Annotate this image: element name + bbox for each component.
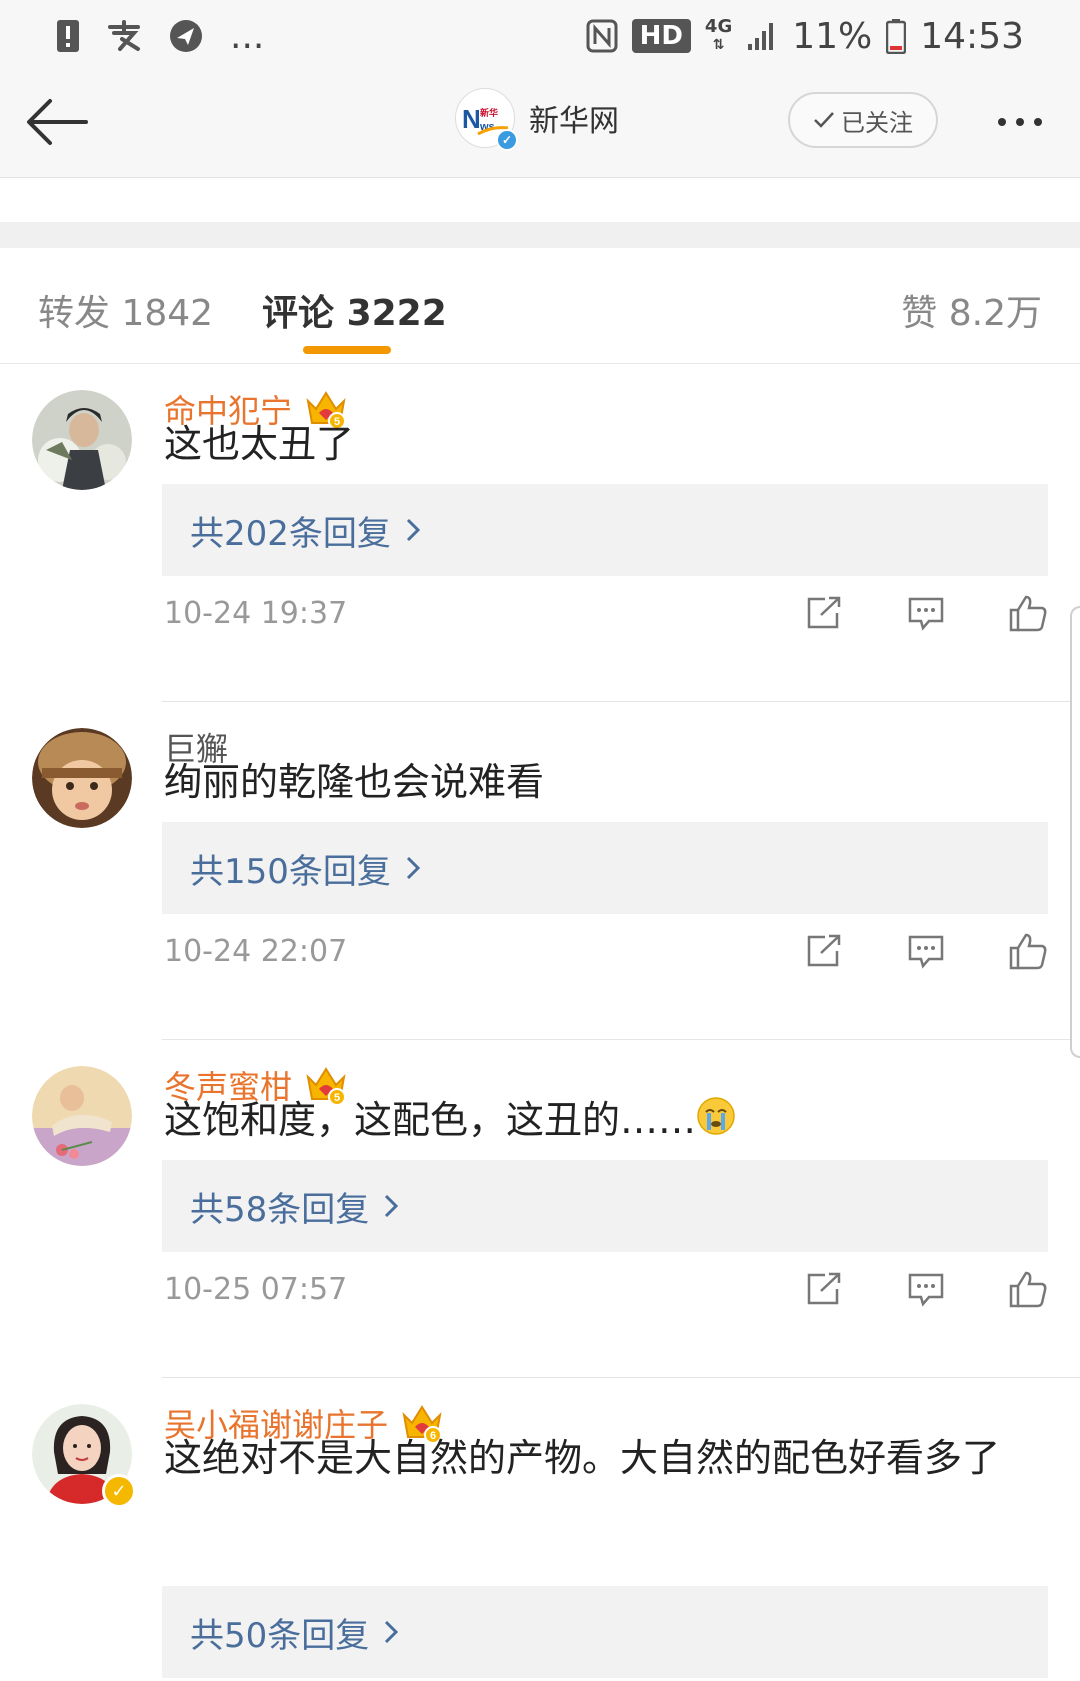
alipay-notification-icon: [106, 16, 142, 56]
replies-link[interactable]: 共150条回复: [162, 822, 1048, 914]
more-dot-icon: [998, 118, 1006, 126]
verified-icon: ✓: [496, 129, 518, 151]
user-avatar-image: [32, 728, 132, 828]
avatar[interactable]: [32, 728, 132, 828]
comment-text: 这饱和度，这配色，这丑的……: [164, 1092, 1044, 1151]
hd-voice-badge: HD: [631, 19, 691, 53]
replies-link[interactable]: 共202条回复: [162, 484, 1048, 576]
replies-link[interactable]: 共58条回复: [162, 1160, 1048, 1252]
comment-timestamp: 10-24 22:07: [164, 933, 348, 969]
xinhua-logo-icon: N 新华 ws ✓: [455, 88, 518, 151]
section-separator: [0, 222, 1080, 248]
battery-percent: 11%: [792, 15, 873, 57]
verified-badge-icon: ✓: [102, 1474, 136, 1508]
comment-icon[interactable]: [906, 931, 946, 971]
comment-timestamp: 10-25 07:57: [164, 1271, 348, 1307]
checkmark-icon: [814, 112, 834, 128]
network-type-icon: 4G ⇅: [704, 16, 733, 54]
user-avatar-image: [32, 390, 132, 490]
chevron-right-icon: [383, 1193, 399, 1219]
like-count: 8.2万: [948, 293, 1042, 334]
user-avatar-image: [32, 1066, 132, 1166]
comment-meta: 10-25 07:57: [164, 1264, 1048, 1314]
reply-count-label: 共150条回复: [190, 851, 391, 892]
more-notifications-dots: ...: [230, 15, 265, 57]
comment-timestamp: 10-24 19:37: [164, 595, 348, 631]
app-notification-icon: [168, 16, 204, 56]
more-options-button[interactable]: [985, 102, 1055, 142]
weibo-comments-page: ... HD 4G ⇅ 11% 14:53 N 新华 ws ✓ 新华网 已关注 …: [0, 0, 1080, 1681]
more-dot-icon: [1034, 118, 1042, 126]
signal-strength-icon: [746, 16, 778, 56]
more-dot-icon: [1016, 118, 1024, 126]
comment-meta: 10-24 19:37: [164, 588, 1048, 638]
reply-count-label: 共202条回复: [190, 513, 391, 554]
chevron-right-icon: [405, 517, 421, 543]
top-nav-bar: N 新华 ws ✓ 新华网 已关注: [0, 72, 1080, 178]
reply-count-label: 共50条回复: [190, 1615, 370, 1656]
comment-item: 冬声蜜柑 5 这饱和度，这配色，这丑的…… 共58条回复 10-25 07:57: [0, 1040, 1080, 1378]
account-name: 新华网: [529, 104, 619, 139]
crying-face-emoji-icon: [696, 1095, 736, 1151]
svg-text:新华: 新华: [480, 107, 498, 118]
chevron-right-icon: [405, 855, 421, 881]
status-bar: ... HD 4G ⇅ 11% 14:53: [0, 0, 1080, 72]
comment-item: 命中犯宁 5 这也太丑了 共202条回复 10-24 19:37: [0, 364, 1080, 702]
tab-comments[interactable]: 评论 3222: [262, 284, 447, 336]
back-arrow-icon: [27, 99, 88, 145]
comment-count: 3222: [346, 293, 447, 334]
scrollbar-handle[interactable]: [1070, 606, 1080, 1058]
reply-count-label: 共58条回复: [190, 1189, 370, 1230]
account-info[interactable]: N 新华 ws ✓ 新华网: [455, 88, 619, 151]
share-icon[interactable]: [804, 593, 844, 633]
comment-text: 这绝对不是大自然的产物。大自然的配色好看多了: [164, 1436, 1001, 1480]
share-icon[interactable]: [804, 931, 844, 971]
interaction-tabs: 转发 1842 评论 3222 赞 8.2万: [0, 248, 1080, 364]
comment-text: 这也太丑了: [164, 422, 355, 466]
comment-item: 巨獬 绚丽的乾隆也会说难看 共150条回复 10-24 22:07: [0, 702, 1080, 1040]
comment-icon[interactable]: [906, 1269, 946, 1309]
tab-likes[interactable]: 赞 8.2万: [901, 284, 1042, 336]
comment-text-content: 这饱和度，这配色，这丑的……: [164, 1098, 697, 1142]
share-icon[interactable]: [804, 1269, 844, 1309]
nfc-icon: [586, 16, 618, 56]
alert-notification-icon: [56, 16, 80, 56]
follow-label: 已关注: [841, 108, 913, 137]
active-tab-indicator: [303, 346, 391, 354]
svg-text:N: N: [462, 104, 481, 134]
clock-time: 14:53: [920, 15, 1024, 57]
comment-icon[interactable]: [906, 593, 946, 633]
avatar[interactable]: [32, 1066, 132, 1166]
battery-icon: [886, 16, 907, 56]
comment-meta: 10-24 22:07: [164, 926, 1048, 976]
like-thumbs-up-icon[interactable]: [1008, 593, 1048, 633]
avatar[interactable]: ✓: [32, 1404, 136, 1508]
follow-button[interactable]: 已关注: [788, 92, 938, 148]
comment-item: ✓ 吴小福谢谢庄子 6 这绝对不是大自然的产物。大自然的配色好看多了 共50条回…: [0, 1378, 1080, 1681]
chevron-right-icon: [383, 1619, 399, 1645]
like-thumbs-up-icon[interactable]: [1008, 931, 1048, 971]
tab-reposts[interactable]: 转发 1842: [38, 284, 213, 336]
repost-count: 1842: [121, 293, 214, 334]
replies-link[interactable]: 共50条回复: [162, 1586, 1048, 1678]
back-button[interactable]: [22, 92, 92, 152]
avatar[interactable]: [32, 390, 132, 490]
like-thumbs-up-icon[interactable]: [1008, 1269, 1048, 1309]
comment-text: 绚丽的乾隆也会说难看: [164, 760, 545, 804]
